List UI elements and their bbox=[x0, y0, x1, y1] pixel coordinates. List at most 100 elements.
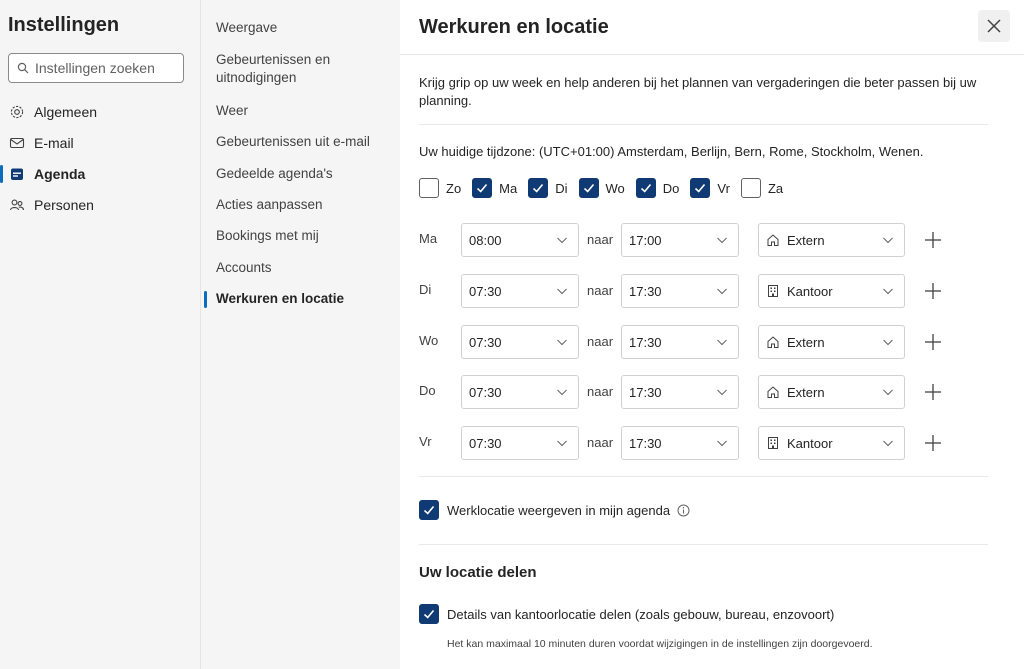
day-checkbox-di[interactable]: Di bbox=[528, 178, 568, 198]
nav-accounts[interactable]: Accounts bbox=[216, 259, 396, 277]
checkmark-icon bbox=[423, 609, 435, 619]
checkmark-icon bbox=[533, 183, 544, 193]
row-day-label: Do bbox=[419, 383, 436, 398]
location-select[interactable]: Extern bbox=[758, 223, 905, 257]
settings-title: Instellingen bbox=[8, 14, 120, 36]
day-checkbox-zo[interactable]: Zo bbox=[419, 178, 461, 198]
checkbox[interactable] bbox=[419, 500, 439, 520]
add-icon[interactable] bbox=[922, 229, 944, 251]
day-checkbox-ma[interactable]: Ma bbox=[472, 178, 517, 198]
to-label: naar bbox=[587, 283, 614, 298]
to-label: naar bbox=[587, 435, 614, 450]
chevron-down-icon bbox=[883, 339, 893, 346]
chevron-down-icon bbox=[717, 389, 727, 396]
chevron-down-icon bbox=[557, 440, 567, 447]
checkmark-icon bbox=[423, 505, 435, 515]
day-checkbox-za[interactable]: Za bbox=[740, 178, 784, 198]
intro-text: Krijg grip op uw week en help anderen bi… bbox=[419, 75, 977, 108]
start-time-select[interactable]: 07:30 bbox=[461, 375, 579, 409]
checkbox[interactable] bbox=[578, 178, 599, 198]
location-select[interactable]: Kantoor bbox=[758, 426, 905, 460]
timezone-text: Uw huidige tijdzone: (UTC+01:00) Amsterd… bbox=[419, 144, 924, 159]
checkbox[interactable] bbox=[419, 604, 439, 624]
location-select[interactable]: Extern bbox=[758, 375, 905, 409]
location-select[interactable]: Extern bbox=[758, 325, 905, 359]
add-icon[interactable] bbox=[922, 280, 944, 302]
start-time-value: 07:30 bbox=[469, 283, 502, 299]
settings-search[interactable] bbox=[8, 53, 184, 83]
chevron-down-icon bbox=[883, 440, 893, 447]
end-time-select[interactable]: 17:30 bbox=[621, 325, 739, 359]
end-time-select[interactable]: 17:30 bbox=[621, 426, 739, 460]
mail-icon bbox=[9, 137, 25, 149]
start-time-value: 07:30 bbox=[469, 384, 502, 400]
location-select[interactable]: Kantoor bbox=[758, 274, 905, 308]
to-label: naar bbox=[587, 384, 614, 399]
share-details-label: Details van kantoorlocatie delen (zoals … bbox=[447, 606, 835, 622]
nav-gebeurtenissen-uitnodigingen[interactable]: Gebeurtenissen en uitnodigingen bbox=[216, 51, 396, 87]
close-button[interactable] bbox=[978, 10, 1010, 42]
info-icon[interactable] bbox=[677, 504, 690, 517]
checkbox[interactable] bbox=[472, 178, 493, 198]
row-day-label: Wo bbox=[419, 333, 439, 348]
start-time-select[interactable]: 07:30 bbox=[461, 274, 579, 308]
end-time-value: 17:30 bbox=[629, 283, 662, 299]
start-time-select[interactable]: 08:00 bbox=[461, 223, 579, 257]
add-icon[interactable] bbox=[922, 331, 944, 353]
propagation-note: Het kan maximaal 10 minuten duren voorda… bbox=[447, 638, 873, 650]
category-email[interactable]: E-mail bbox=[0, 130, 200, 156]
add-icon[interactable] bbox=[922, 381, 944, 403]
nav-weergave[interactable]: Weergave bbox=[216, 19, 396, 37]
add-icon[interactable] bbox=[922, 432, 944, 454]
category-label: E-mail bbox=[34, 135, 74, 151]
nav-gedeelde-agendas[interactable]: Gedeelde agenda's bbox=[216, 165, 396, 183]
checkbox[interactable] bbox=[419, 178, 439, 198]
end-time-select[interactable]: 17:30 bbox=[621, 274, 739, 308]
day-label: Za bbox=[767, 180, 784, 196]
chevron-down-icon bbox=[557, 339, 567, 346]
settings-search-input[interactable] bbox=[35, 60, 175, 76]
home-icon bbox=[767, 336, 779, 348]
nav-weer[interactable]: Weer bbox=[216, 102, 396, 120]
category-label: Personen bbox=[34, 197, 94, 213]
checkbox[interactable] bbox=[690, 178, 711, 198]
workdays-selector: Zo Ma Di Wo Do Vr Za bbox=[419, 178, 794, 198]
location-value: Extern bbox=[787, 384, 825, 400]
schedule-row: Wo 07:30 naar 17:30 Extern bbox=[419, 325, 979, 359]
row-day-label: Ma bbox=[419, 231, 438, 246]
start-time-select[interactable]: 07:30 bbox=[461, 426, 579, 460]
nav-acties-aanpassen[interactable]: Acties aanpassen bbox=[216, 196, 396, 214]
share-location-heading: Uw locatie delen bbox=[419, 564, 537, 581]
checkbox[interactable] bbox=[740, 178, 761, 198]
chevron-down-icon bbox=[883, 288, 893, 295]
start-time-select[interactable]: 07:30 bbox=[461, 325, 579, 359]
chevron-down-icon bbox=[717, 440, 727, 447]
nav-bookings[interactable]: Bookings met mij bbox=[216, 227, 396, 245]
category-algemeen[interactable]: Algemeen bbox=[0, 99, 200, 125]
day-label: Vr bbox=[717, 180, 730, 196]
end-time-select[interactable]: 17:30 bbox=[621, 375, 739, 409]
nav-werkuren-locatie[interactable]: Werkuren en locatie bbox=[204, 290, 396, 308]
day-label: Di bbox=[555, 180, 568, 196]
checkbox[interactable] bbox=[635, 178, 656, 198]
checkbox[interactable] bbox=[528, 178, 549, 198]
nav-gebeurtenissen-email[interactable]: Gebeurtenissen uit e-mail bbox=[216, 133, 396, 151]
day-label: Zo bbox=[446, 180, 462, 196]
end-time-select[interactable]: 17:00 bbox=[621, 223, 739, 257]
gear-icon bbox=[10, 105, 24, 119]
category-agenda[interactable]: Agenda bbox=[0, 161, 200, 187]
show-location-option[interactable]: Werklocatie weergeven in mijn agenda bbox=[419, 500, 690, 520]
chevron-down-icon bbox=[883, 237, 893, 244]
row-day-label: Di bbox=[419, 282, 432, 297]
building-icon bbox=[768, 285, 778, 297]
category-label: Agenda bbox=[34, 166, 86, 182]
share-details-option[interactable]: Details van kantoorlocatie delen (zoals … bbox=[419, 604, 834, 624]
end-time-value: 17:30 bbox=[629, 384, 662, 400]
day-checkbox-wo[interactable]: Wo bbox=[578, 178, 625, 198]
day-checkbox-do[interactable]: Do bbox=[635, 178, 679, 198]
location-value: Kantoor bbox=[787, 283, 833, 299]
day-checkbox-vr[interactable]: Vr bbox=[690, 178, 730, 198]
schedule-row: Vr 07:30 naar 17:30 Kantoor bbox=[419, 426, 979, 460]
page-title: Werkuren en locatie bbox=[419, 16, 609, 38]
category-personen[interactable]: Personen bbox=[0, 192, 200, 218]
